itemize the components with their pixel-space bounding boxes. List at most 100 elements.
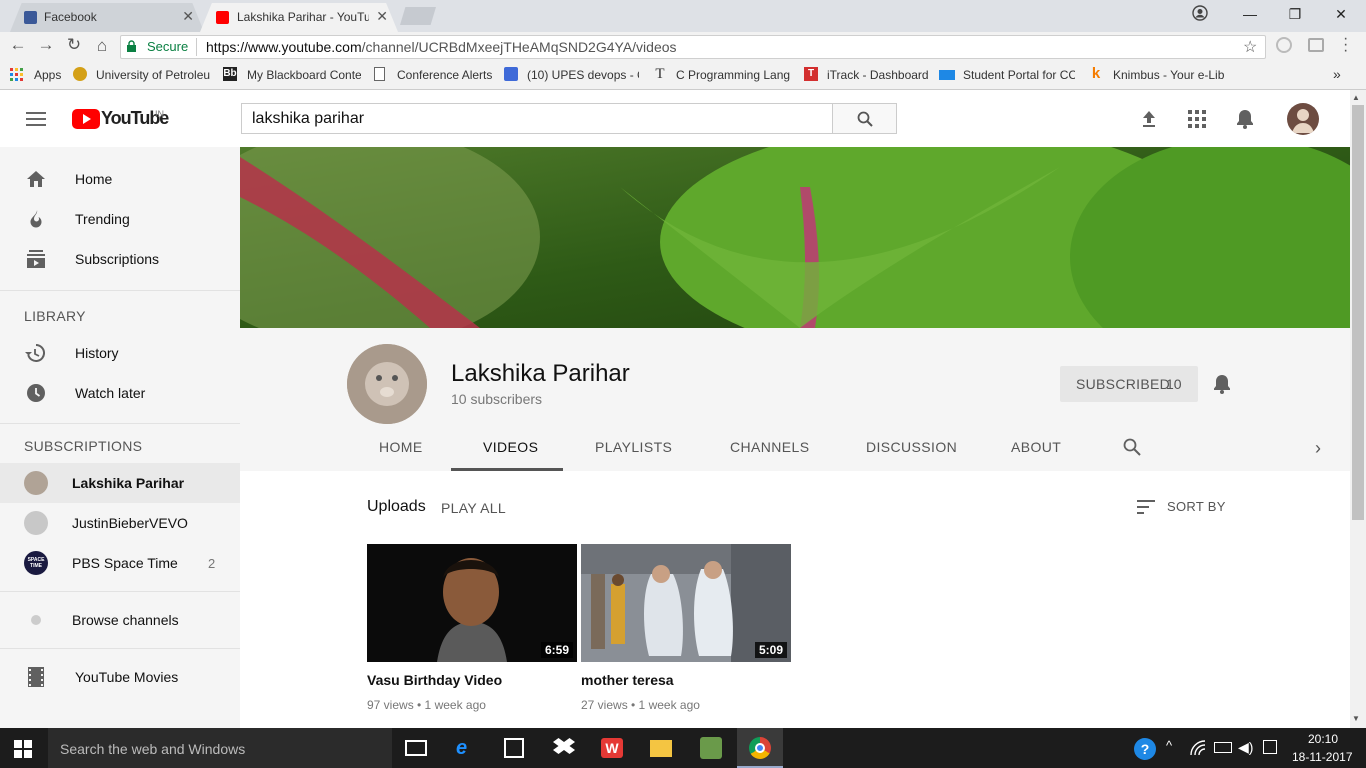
sidebar-item-label: Browse channels xyxy=(72,612,179,628)
tab-home[interactable]: HOME xyxy=(379,439,423,455)
extension-icon[interactable] xyxy=(1276,37,1292,53)
apps-icon[interactable] xyxy=(1188,110,1206,128)
url-text[interactable]: https://www.youtube.com/channel/UCRBdMxe… xyxy=(206,39,677,55)
battery-icon[interactable] xyxy=(1214,742,1232,753)
bookmark-blackboard[interactable]: My Blackboard Conte xyxy=(247,68,361,82)
back-icon[interactable]: ← xyxy=(7,35,29,55)
facebook-icon xyxy=(24,11,37,24)
scroll-down-arrow-icon[interactable]: ▼ xyxy=(1352,714,1360,723)
wps-office-icon[interactable]: W xyxy=(601,738,623,758)
t-icon: T xyxy=(655,66,665,82)
reload-icon[interactable]: ↻ xyxy=(63,35,85,55)
video-duration: 5:09 xyxy=(754,642,787,658)
evernote-icon[interactable] xyxy=(700,737,722,759)
sidebar-sub-lakshika[interactable]: Lakshika Parihar xyxy=(0,463,240,503)
search-button[interactable] xyxy=(832,103,897,134)
tab-about[interactable]: ABOUT xyxy=(1011,439,1061,455)
channel-avatar: SPACE TIME xyxy=(24,551,48,575)
file-explorer-icon[interactable] xyxy=(650,740,672,757)
notifications-bell-icon[interactable] xyxy=(1236,109,1254,129)
apps-grid-icon xyxy=(10,68,24,82)
help-icon[interactable]: ? xyxy=(1134,738,1156,760)
subscriber-count: 10 subscribers xyxy=(451,391,543,407)
close-tab-icon[interactable]: ✕ xyxy=(182,8,194,25)
sidebar-browse-channels[interactable]: Browse channels xyxy=(0,600,240,640)
chevron-right-icon[interactable]: › xyxy=(1315,438,1321,459)
taskbar-search-placeholder[interactable]: Search the web and Windows xyxy=(60,741,245,757)
cast-extension-icon[interactable] xyxy=(1308,38,1324,52)
bookmark-university[interactable]: University of Petroleu xyxy=(96,68,210,82)
sidebar-sub-pbs-space-time[interactable]: SPACE TIME PBS Space Time 2 xyxy=(0,543,240,583)
tab-facebook[interactable]: Facebook ✕ xyxy=(10,3,204,32)
edge-icon[interactable]: e xyxy=(456,737,467,760)
close-window-icon[interactable]: ✕ xyxy=(1331,6,1351,23)
sidebar-item-watch-later[interactable]: Watch later xyxy=(0,373,240,413)
bookmark-c-programming[interactable]: C Programming Lang xyxy=(676,68,790,82)
scroll-up-arrow-icon[interactable]: ▲ xyxy=(1352,93,1360,102)
new-tab-button[interactable] xyxy=(400,7,436,25)
tab-title: Lakshika Parihar - YouTube xyxy=(237,10,369,24)
search-icon xyxy=(857,111,873,127)
bookmark-conference-alerts[interactable]: Conference Alerts xyxy=(397,68,492,82)
account-avatar[interactable] xyxy=(1287,103,1319,135)
channel-banner xyxy=(240,147,1350,328)
hamburger-menu-icon[interactable] xyxy=(26,112,46,126)
video-title[interactable]: mother teresa xyxy=(581,672,674,688)
clock-date[interactable]: 18-11-2017 xyxy=(1292,750,1353,764)
sidebar-item-subscriptions[interactable]: Subscriptions xyxy=(0,239,240,279)
store-icon[interactable] xyxy=(504,738,524,758)
divider xyxy=(0,591,240,592)
video-thumbnail[interactable]: 6:59 xyxy=(367,544,577,662)
bookmark-star-icon[interactable]: ☆ xyxy=(1243,37,1257,57)
divider xyxy=(0,423,240,424)
sidebar-item-trending[interactable]: Trending xyxy=(0,199,240,239)
restore-icon[interactable]: ❐ xyxy=(1285,6,1305,23)
sidebar-item-home[interactable]: Home xyxy=(0,159,240,199)
video-thumbnail[interactable]: 5:09 xyxy=(581,544,791,662)
tab-playlists[interactable]: PLAYLISTS xyxy=(595,439,672,455)
sidebar-item-label: Trending xyxy=(75,211,130,227)
bookmark-knimbus[interactable]: Knimbus - Your e-Lib xyxy=(1113,68,1225,82)
watch-later-icon xyxy=(27,384,45,402)
channel-search-icon[interactable] xyxy=(1123,438,1141,456)
tab-videos[interactable]: VIDEOS xyxy=(483,439,538,455)
tab-title: Facebook xyxy=(44,10,97,24)
bookmark-student-portal[interactable]: Student Portal for CC xyxy=(963,68,1075,82)
tab-youtube[interactable]: Lakshika Parihar - YouTube ✕ xyxy=(200,3,398,32)
chrome-icon[interactable] xyxy=(749,737,771,759)
show-hidden-icons-icon[interactable]: ^ xyxy=(1166,738,1172,753)
upload-icon[interactable] xyxy=(1141,109,1157,129)
volume-icon[interactable]: ◀) xyxy=(1238,739,1253,756)
tab-channels[interactable]: CHANNELS xyxy=(730,439,809,455)
action-center-icon[interactable] xyxy=(1263,740,1277,754)
subscribed-button[interactable]: SUBSCRIBED 10 xyxy=(1060,366,1198,402)
bookmark-upes-devops[interactable]: (10) UPES devops - G xyxy=(527,68,639,82)
close-tab-icon[interactable]: ✕ xyxy=(376,8,388,25)
forward-icon[interactable]: → xyxy=(35,35,57,55)
more-bookmarks-button[interactable]: » xyxy=(1333,66,1341,82)
home-button-icon[interactable]: ⌂ xyxy=(91,36,113,56)
chrome-menu-icon[interactable]: · · · xyxy=(1343,31,1348,59)
bookmark-apps[interactable]: Apps xyxy=(34,68,61,82)
windows-start-icon[interactable] xyxy=(14,740,32,758)
sort-icon[interactable] xyxy=(1137,500,1155,514)
wifi-icon[interactable] xyxy=(1190,740,1206,756)
youtube-logo-icon[interactable] xyxy=(72,109,100,129)
sidebar-youtube-movies[interactable]: YouTube Movies xyxy=(0,657,240,697)
clock-time[interactable]: 20:10 xyxy=(1308,732,1338,746)
search-query[interactable]: lakshika parihar xyxy=(252,110,364,128)
play-all-button[interactable]: PLAY ALL xyxy=(441,500,506,516)
channel-avatar-large xyxy=(347,344,427,424)
video-title[interactable]: Vasu Birthday Video xyxy=(367,672,502,688)
bookmark-itrack[interactable]: iTrack - Dashboard xyxy=(827,68,929,82)
profile-icon[interactable] xyxy=(1190,5,1210,24)
scrollbar-thumb[interactable] xyxy=(1352,105,1364,520)
channel-notification-bell-icon[interactable] xyxy=(1213,374,1231,394)
minimize-icon[interactable]: — xyxy=(1240,6,1260,22)
sidebar-sub-justinbieber[interactable]: JustinBieberVEVO xyxy=(0,503,240,543)
task-view-icon[interactable] xyxy=(405,740,427,756)
sidebar-item-history[interactable]: History xyxy=(0,333,240,373)
youtube-icon xyxy=(216,11,229,24)
tab-discussion[interactable]: DISCUSSION xyxy=(866,439,957,455)
sort-by-button[interactable]: SORT BY xyxy=(1167,499,1226,514)
